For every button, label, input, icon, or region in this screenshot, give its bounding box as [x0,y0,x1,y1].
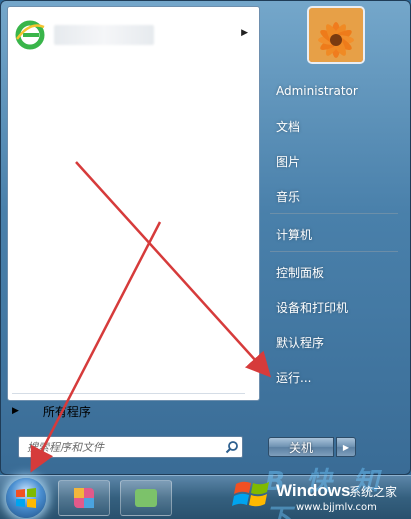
devices-printers-link[interactable]: 设备和打印机 [270,294,400,320]
programs-pane: ▶ [7,6,260,401]
submenu-arrow-icon[interactable]: ▶ [241,28,248,38]
pictures-link[interactable]: 图片 [270,148,400,174]
windows-logo-icon [16,488,36,508]
divider [270,213,398,214]
taskbar-app-button[interactable] [58,480,110,516]
watermark-url: www.bjjmlv.com [296,502,377,513]
user-avatar[interactable] [307,6,365,64]
run-link[interactable]: 运行... [270,364,400,390]
search-icon[interactable] [222,437,242,457]
windows-flag-icon [232,481,269,507]
app-icon [135,489,157,507]
user-name-link[interactable]: Administrator [270,78,400,104]
all-programs-label: 所有程序 [42,404,91,419]
pinned-program-item[interactable]: ▶ [14,13,254,57]
control-panel-link[interactable]: 控制面板 [270,259,400,285]
watermark-sub: 系统之家 [349,485,398,499]
watermark-brand: Windows [276,481,351,500]
app-icon [74,488,94,508]
start-button[interactable] [6,478,46,518]
default-programs-link[interactable]: 默认程序 [270,329,400,355]
divider [12,393,245,394]
all-programs-button[interactable]: ▶ 所有程序 [12,403,91,419]
chevron-right-icon: ▶ [342,442,350,452]
pinned-program-label [54,25,154,45]
documents-link[interactable]: 文档 [270,113,400,139]
ie-icon [14,19,46,51]
shutdown-options-button[interactable]: ▶ [336,437,356,457]
music-link[interactable]: 音乐 [270,183,400,209]
search-input[interactable] [19,438,222,456]
triangle-right-icon: ▶ [12,406,19,416]
shutdown-button[interactable]: 关机 [268,437,334,457]
computer-link[interactable]: 计算机 [270,221,400,247]
taskbar-app-button[interactable] [120,480,172,516]
divider [270,251,398,252]
shutdown-label: 关机 [288,440,313,455]
